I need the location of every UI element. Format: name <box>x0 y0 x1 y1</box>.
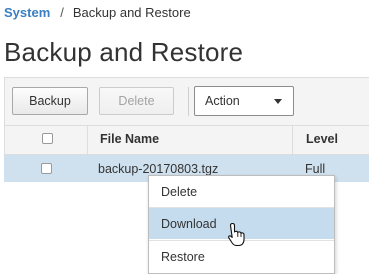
column-header-level[interactable]: Level <box>306 132 338 146</box>
column-divider <box>292 126 293 154</box>
menu-item-label: Download <box>161 217 217 231</box>
row-level: Full <box>305 162 326 176</box>
toolbar: Backup Delete Action <box>4 77 369 125</box>
menu-item-delete[interactable]: Delete <box>149 176 334 207</box>
hand-pointer-icon <box>228 222 245 247</box>
row-checkbox[interactable] <box>41 163 52 174</box>
toolbar-divider <box>188 87 189 116</box>
menu-item-label: Delete <box>161 185 198 199</box>
breadcrumb-link-system[interactable]: System <box>4 5 50 20</box>
menu-item-label: Restore <box>161 250 205 264</box>
caret-down-icon <box>274 99 282 104</box>
breadcrumb: System / Backup and Restore <box>4 5 191 20</box>
breadcrumb-separator: / <box>60 5 64 20</box>
breadcrumb-current: Backup and Restore <box>72 5 191 20</box>
action-select-value: Action <box>205 94 240 108</box>
delete-button[interactable]: Delete <box>99 87 174 115</box>
select-all-checkbox[interactable] <box>42 133 53 144</box>
backup-button[interactable]: Backup <box>12 87 88 115</box>
table-header: File Name Level <box>4 125 369 155</box>
row-file-name: backup-20170803.tgz <box>98 162 219 176</box>
page-title: Backup and Restore <box>4 37 244 67</box>
action-select[interactable]: Action <box>194 86 294 116</box>
column-divider <box>87 126 88 154</box>
column-header-file-name[interactable]: File Name <box>100 132 159 146</box>
